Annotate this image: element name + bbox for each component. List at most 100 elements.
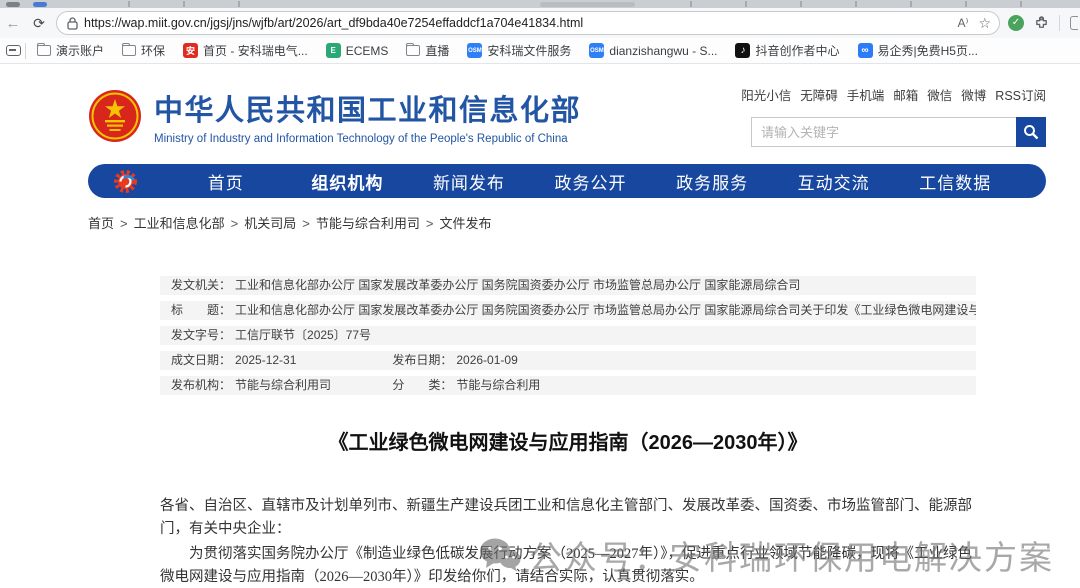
site-search-button[interactable]: [1016, 117, 1046, 147]
bookmark-item[interactable]: E ECEMS: [319, 41, 396, 60]
tab-separator: [1020, 1, 1022, 7]
ecems-favicon: E: [325, 43, 341, 58]
add-favorite-icon[interactable]: ☆: [978, 15, 991, 32]
util-link-mobile[interactable]: 手机端: [847, 85, 885, 104]
bookmarks-separator: [25, 42, 26, 59]
folder-icon: [406, 43, 421, 56]
bookmark-label: 环保: [141, 44, 166, 58]
miit-page: 中华人民共和国工业和信息化部 Ministry of Industry and …: [0, 64, 1080, 587]
breadcrumb-documents[interactable]: 文件发布: [439, 216, 491, 231]
meta-label: 发布机构：: [171, 378, 232, 392]
nav-item-news[interactable]: 新闻发布: [408, 169, 530, 194]
workspaces-icon[interactable]: [6, 45, 21, 56]
reload-button[interactable]: ⟳: [26, 15, 52, 32]
national-emblem: [89, 90, 141, 142]
breadcrumb-separator: >: [120, 216, 128, 231]
breadcrumb-home[interactable]: 首页: [88, 216, 114, 231]
util-link-mail[interactable]: 邮箱: [893, 85, 918, 104]
osm-favicon: OSM: [589, 43, 605, 58]
tab-separator: [690, 1, 692, 7]
browser-tab-strip[interactable]: [0, 0, 1080, 8]
bookmark-label: 首页 - 安科瑞电气...: [203, 44, 308, 58]
document-meta-table: 发文机关： 工业和信息化部办公厅 国家发展改革委办公厅 国务院国资委办公厅 市场监…: [160, 276, 976, 395]
meta-label: 发布日期：: [392, 353, 453, 367]
back-button[interactable]: ←: [0, 15, 26, 32]
util-link-weibo[interactable]: 微博: [961, 85, 986, 104]
site-search-input[interactable]: [751, 117, 1016, 147]
bookmark-item[interactable]: ♪ 抖音创作者中心: [728, 40, 846, 61]
toolbar-separator: [1059, 15, 1060, 31]
bookmark-folder[interactable]: 环保: [115, 40, 172, 61]
active-tab-indicator: [33, 2, 47, 7]
meta-value: 工业和信息化部办公厅 国家发展改革委办公厅 国务院国资委办公厅 市场监管总局办公…: [235, 303, 976, 317]
meta-value: 节能与综合利用: [456, 378, 541, 392]
breadcrumb-miit[interactable]: 工业和信息化部: [134, 216, 225, 231]
breadcrumb-separator: >: [302, 216, 310, 231]
bookmark-label: 演示账户: [56, 44, 105, 58]
nav-item-organization[interactable]: 组织机构: [287, 169, 409, 194]
address-bar[interactable]: https://wap.miit.gov.cn/jgsj/jns/wjfb/ar…: [56, 11, 1000, 35]
meta-value: 2026-01-09: [456, 353, 518, 367]
bookmark-label: 易企秀|免费H5页...: [877, 44, 978, 58]
extensions-puzzle-icon[interactable]: [1034, 15, 1049, 31]
nav-item-gov-openness[interactable]: 政务公开: [530, 169, 652, 194]
bookmark-label: 安科瑞文件服务: [487, 44, 572, 58]
tab-separator: [128, 1, 130, 7]
eqxiu-favicon: ∞: [857, 43, 873, 58]
main-nav: 首页 组织机构 新闻发布 政务公开 政务服务 互动交流 工信数据: [88, 164, 1046, 198]
meta-label: 发文机关：: [171, 278, 232, 292]
article-body: 各省、自治区、直辖市及计划单列市、新疆生产建设兵团工业和信息化主管部门、发展改革…: [160, 495, 976, 587]
site-brand[interactable]: 中华人民共和国工业和信息化部 Ministry of Industry and …: [88, 85, 581, 147]
breadcrumb-energy-dept[interactable]: 节能与综合利用司: [316, 216, 420, 231]
nav-item-home[interactable]: 首页: [165, 169, 287, 194]
tab-separator: [800, 1, 802, 7]
meta-label: 发文字号：: [171, 328, 232, 342]
meta-label: 成文日期：: [171, 353, 232, 367]
bookmark-item[interactable]: 安 首页 - 安科瑞电气...: [176, 40, 315, 61]
adblock-shield-icon[interactable]: ✓: [1008, 15, 1024, 31]
util-link-rss[interactable]: RSS订阅: [995, 85, 1046, 104]
tab-separator: [183, 1, 185, 7]
meta-label: 分 类：: [392, 378, 453, 392]
tab-chip: [6, 2, 20, 7]
nav-item-interaction[interactable]: 互动交流: [773, 169, 895, 194]
bookmark-label: 抖音创作者中心: [755, 44, 840, 58]
tab-separator: [965, 1, 967, 7]
nav-item-gov-services[interactable]: 政务服务: [651, 169, 773, 194]
tab-chip: [540, 2, 635, 7]
cutoff-toolbar-icon[interactable]: [1070, 16, 1078, 30]
bookmark-item[interactable]: OSM dianzishangwu - S...: [582, 41, 724, 60]
search-icon: [1024, 125, 1039, 140]
douyin-favicon: ♪: [735, 43, 751, 58]
bookmark-label: 直播: [425, 44, 450, 58]
breadcrumb-departments[interactable]: 机关司局: [244, 216, 296, 231]
meta-value: 工业和信息化部办公厅 国家发展改革委办公厅 国务院国资委办公厅 市场监管总局办公…: [235, 278, 801, 292]
browser-toolbar: ← ⟳ https://wap.miit.gov.cn/jgsj/jns/wjf…: [0, 8, 1080, 38]
breadcrumb-separator: >: [230, 216, 239, 231]
bookmark-item[interactable]: ∞ 易企秀|免费H5页...: [851, 40, 985, 61]
nav-item-data[interactable]: 工信数据: [894, 169, 1016, 194]
meta-label: 标 题：: [171, 303, 232, 317]
meta-row-doc-number: 发文字号： 工信厅联节〔2025〕77号: [160, 326, 976, 345]
breadcrumb-separator: >: [425, 216, 434, 231]
tab-separator: [238, 1, 240, 7]
bookmark-item[interactable]: OSM 安科瑞文件服务: [460, 40, 578, 61]
bookmark-folder[interactable]: 演示账户: [30, 40, 111, 61]
bookmark-label: dianzishangwu - S...: [609, 43, 718, 58]
meta-row-title: 标 题： 工业和信息化部办公厅 国家发展改革委办公厅 国务院国资委办公厅 市场监管…: [160, 301, 976, 320]
tab-separator: [910, 1, 912, 7]
bookmark-label: ECEMS: [345, 43, 389, 58]
util-link-accessibility[interactable]: 无障碍: [800, 85, 838, 104]
meta-row-publisher: 发布机构： 节能与综合利用司 分 类： 节能与综合利用: [160, 376, 976, 395]
read-aloud-icon[interactable]: A⁾: [957, 16, 968, 30]
osm-favicon: OSM: [467, 43, 483, 58]
util-link-sunshine[interactable]: 阳光小信: [741, 85, 791, 104]
url-text[interactable]: https://wap.miit.gov.cn/jgsj/jns/wjfb/ar…: [84, 16, 947, 30]
meta-value: 节能与综合利用司: [235, 378, 332, 392]
article-paragraph: 为贯彻落实国务院办公厅《制造业绿色低碳发展行动方案（2025—2027年）》，促…: [160, 546, 972, 585]
util-link-wechat[interactable]: 微信: [927, 85, 952, 104]
folder-icon: [37, 43, 51, 56]
bookmarks-bar: 演示账户 环保 安 首页 - 安科瑞电气... E ECEMS 直播 OSM 安…: [0, 38, 1080, 64]
bookmark-folder[interactable]: 直播: [399, 40, 456, 61]
miit-gear-logo-icon: [114, 169, 137, 193]
